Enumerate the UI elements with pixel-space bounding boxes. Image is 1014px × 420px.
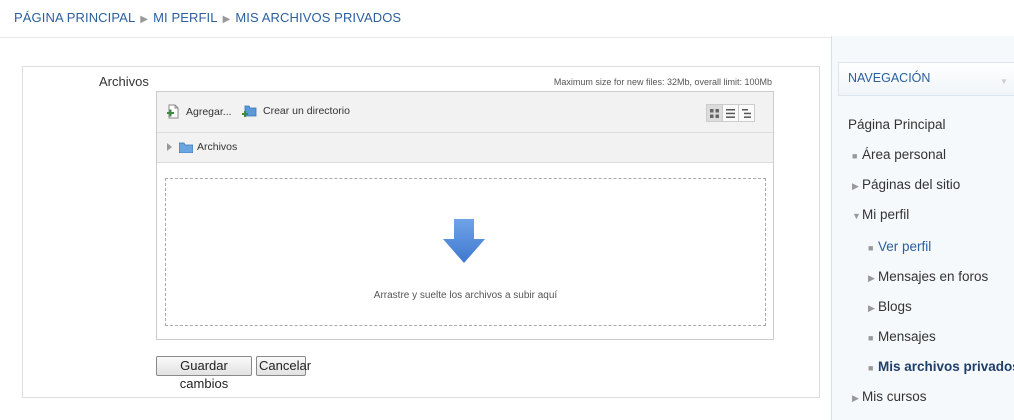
nav-item-label: Mensajes en foros [878, 269, 989, 284]
breadcrumb-home-link[interactable]: PÁGINA PRINCIPAL [14, 10, 135, 25]
folder-path-bar: Archivos [157, 133, 773, 163]
folder-icon [179, 142, 193, 153]
add-file-button[interactable]: Agregar... [167, 104, 232, 119]
nav-item-mensajes-foros[interactable]: ▶ Mensajes en foros [868, 269, 988, 284]
nav-item-label: Mis archivos privados [878, 359, 1014, 374]
breadcrumb-separator-icon: ▶ [140, 14, 149, 25]
file-manager-toolbar: Agregar... Crear un directorio [157, 92, 773, 133]
nav-item-label: Ver perfil [878, 239, 932, 254]
collapse-arrow-icon: ▼ [852, 211, 861, 221]
nav-item-blogs[interactable]: ▶ Blogs [868, 299, 912, 314]
file-drop-zone[interactable]: Arrastre y suelte los archivos a subir a… [165, 178, 766, 326]
tree-icon [742, 108, 751, 118]
bullet-icon: ■ [852, 151, 858, 161]
nav-item-label: Blogs [878, 299, 912, 314]
nav-item-mis-cursos[interactable]: ▶ Mis cursos [852, 389, 927, 404]
nav-item-mi-perfil[interactable]: ▼Mi perfil [852, 207, 909, 222]
sidebar-divider [831, 36, 832, 420]
nav-item-area-personal[interactable]: ■ Área personal [852, 147, 946, 162]
nav-item-mensajes[interactable]: ■ Mensajes [868, 329, 936, 344]
add-file-label: Agregar... [186, 105, 232, 118]
bullet-icon: ■ [868, 363, 874, 373]
nav-home-link[interactable]: Página Principal [848, 117, 946, 132]
list-icon [726, 108, 735, 118]
max-size-info: Maximum size for new files: 32Mb, overal… [553, 77, 772, 87]
create-folder-icon [242, 105, 257, 117]
breadcrumb-separator-icon: ▶ [222, 14, 231, 25]
create-folder-label: Crear un directorio [263, 105, 350, 117]
file-manager: Agregar... Crear un directorio Archivos [156, 91, 774, 340]
bullet-icon: ■ [868, 243, 874, 253]
drop-hint-text: Arrastre y suelte los archivos a subir a… [373, 290, 558, 301]
nav-item-label: Mi perfil [862, 207, 910, 222]
expand-arrow-icon: ▶ [852, 181, 859, 191]
view-mode-switcher [706, 104, 755, 122]
navigation-title: NAVEGACIÓN [848, 71, 931, 85]
collapse-icon[interactable]: ▼ [1000, 77, 1008, 86]
nav-item-label: Mensajes [878, 329, 936, 344]
create-folder-button[interactable]: Crear un directorio [242, 104, 350, 118]
expand-arrow-icon [167, 143, 172, 151]
navigation-block-header[interactable]: NAVEGACIÓN ▼ [838, 62, 1014, 96]
nav-item-label: Páginas del sitio [862, 177, 961, 192]
cancel-button[interactable]: Cancelar [256, 356, 311, 376]
nav-item-mis-archivos-privados[interactable]: ■ Mis archivos privados [868, 359, 1014, 374]
path-folder-link[interactable]: Archivos [197, 141, 237, 153]
nav-item-label: Área personal [862, 147, 947, 162]
expand-arrow-icon: ▶ [852, 393, 859, 403]
expand-arrow-icon: ▶ [868, 273, 875, 283]
nav-item-ver-perfil[interactable]: ■ Ver perfil [868, 239, 931, 254]
save-changes-button[interactable]: Guardar cambios [156, 356, 252, 391]
nav-item-paginas-sitio[interactable]: ▶ Páginas del sitio [852, 177, 960, 192]
list-view-button[interactable] [722, 104, 739, 122]
nav-item-label: Mis cursos [862, 389, 927, 404]
expand-arrow-icon: ▶ [868, 303, 875, 313]
download-arrow-icon [443, 219, 485, 263]
grid-icon [710, 108, 719, 118]
tree-view-button[interactable] [738, 104, 755, 122]
breadcrumb-current-link[interactable]: MIS ARCHIVOS PRIVADOS [235, 10, 401, 25]
icon-view-button[interactable] [706, 104, 723, 122]
header-divider [0, 37, 832, 38]
add-file-icon [167, 104, 179, 119]
breadcrumb: PÁGINA PRINCIPAL ▶ MI PERFIL ▶ MIS ARCHIVOS … [14, 10, 401, 25]
bullet-icon: ■ [868, 333, 874, 343]
files-field-label: Archivos [99, 74, 149, 89]
breadcrumb-profile-link[interactable]: MI PERFIL [153, 10, 217, 25]
